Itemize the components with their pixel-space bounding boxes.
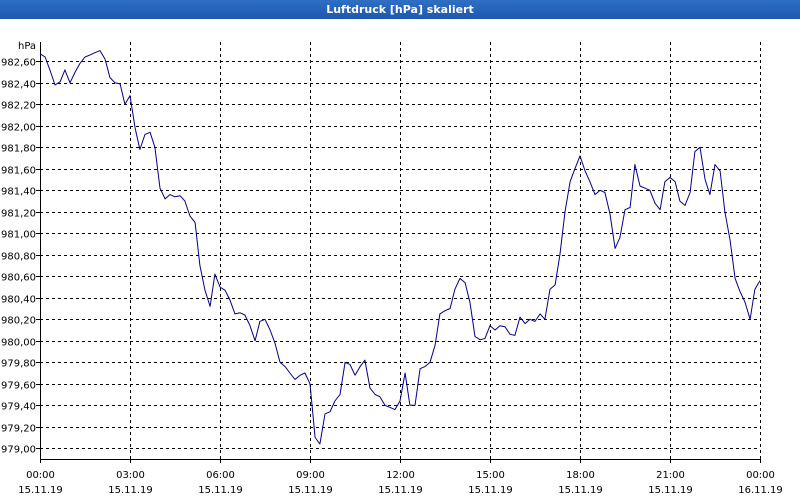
x-tick-time-label: 21:00	[656, 470, 685, 481]
x-tick-time-label: 09:00	[296, 470, 325, 481]
line-chart: 982,60 982,40 982,20 982,00 981,80 981,60 981,…	[0, 19, 800, 500]
x-tick-date-label: 15.11.19	[378, 485, 423, 496]
chart-title: Luftdruck [hPa] skaliert	[0, 0, 800, 19]
x-tick-date-label: 15.11.19	[108, 485, 153, 496]
y-tick-label: 979,40	[1, 402, 36, 413]
x-tick-time-label: 06:00	[206, 470, 235, 481]
x-tick-date-label: 15.11.19	[288, 485, 333, 496]
y-tick-label: 980,80	[1, 252, 36, 263]
y-tick-label: 979,00	[1, 445, 36, 456]
y-tick-label: 981,60	[1, 166, 36, 177]
x-tick-time-label: 00:00	[26, 470, 55, 481]
y-axis-unit-label: hPa	[18, 41, 36, 52]
x-tick-date-label: 15.11.19	[468, 485, 513, 496]
y-tick-label: 982,20	[1, 101, 36, 112]
y-tick-label: 980,20	[1, 316, 36, 327]
y-tick-label: 981,00	[1, 230, 36, 241]
x-tick-time-label: 15:00	[476, 470, 505, 481]
y-tick-label: 979,20	[1, 424, 36, 435]
y-tick-label: 982,40	[1, 80, 36, 91]
x-tick-time-label: 00:00	[746, 470, 775, 481]
y-tick-label: 982,60	[1, 58, 36, 69]
x-tick-date-label: 15.11.19	[198, 485, 243, 496]
x-tick-time-label: 12:00	[386, 470, 415, 481]
x-tick-date-label: 15.11.19	[558, 485, 603, 496]
y-tick-label: 982,00	[1, 123, 36, 134]
y-tick-label: 981,20	[1, 209, 36, 220]
y-tick-label: 981,40	[1, 187, 36, 198]
y-tick-label: 979,60	[1, 381, 36, 392]
y-tick-label: 981,80	[1, 144, 36, 155]
x-tick-date-label: 15.11.19	[648, 485, 693, 496]
x-tick-time-label: 18:00	[566, 470, 595, 481]
y-tick-label: 980,60	[1, 273, 36, 284]
x-tick-date-label: 15.11.19	[18, 485, 63, 496]
x-tick-time-label: 03:00	[116, 470, 145, 481]
y-tick-label: 980,40	[1, 295, 36, 306]
y-tick-label: 979,80	[1, 359, 36, 370]
y-tick-label: 980,00	[1, 338, 36, 349]
x-tick-date-label: 16.11.19	[738, 485, 783, 496]
